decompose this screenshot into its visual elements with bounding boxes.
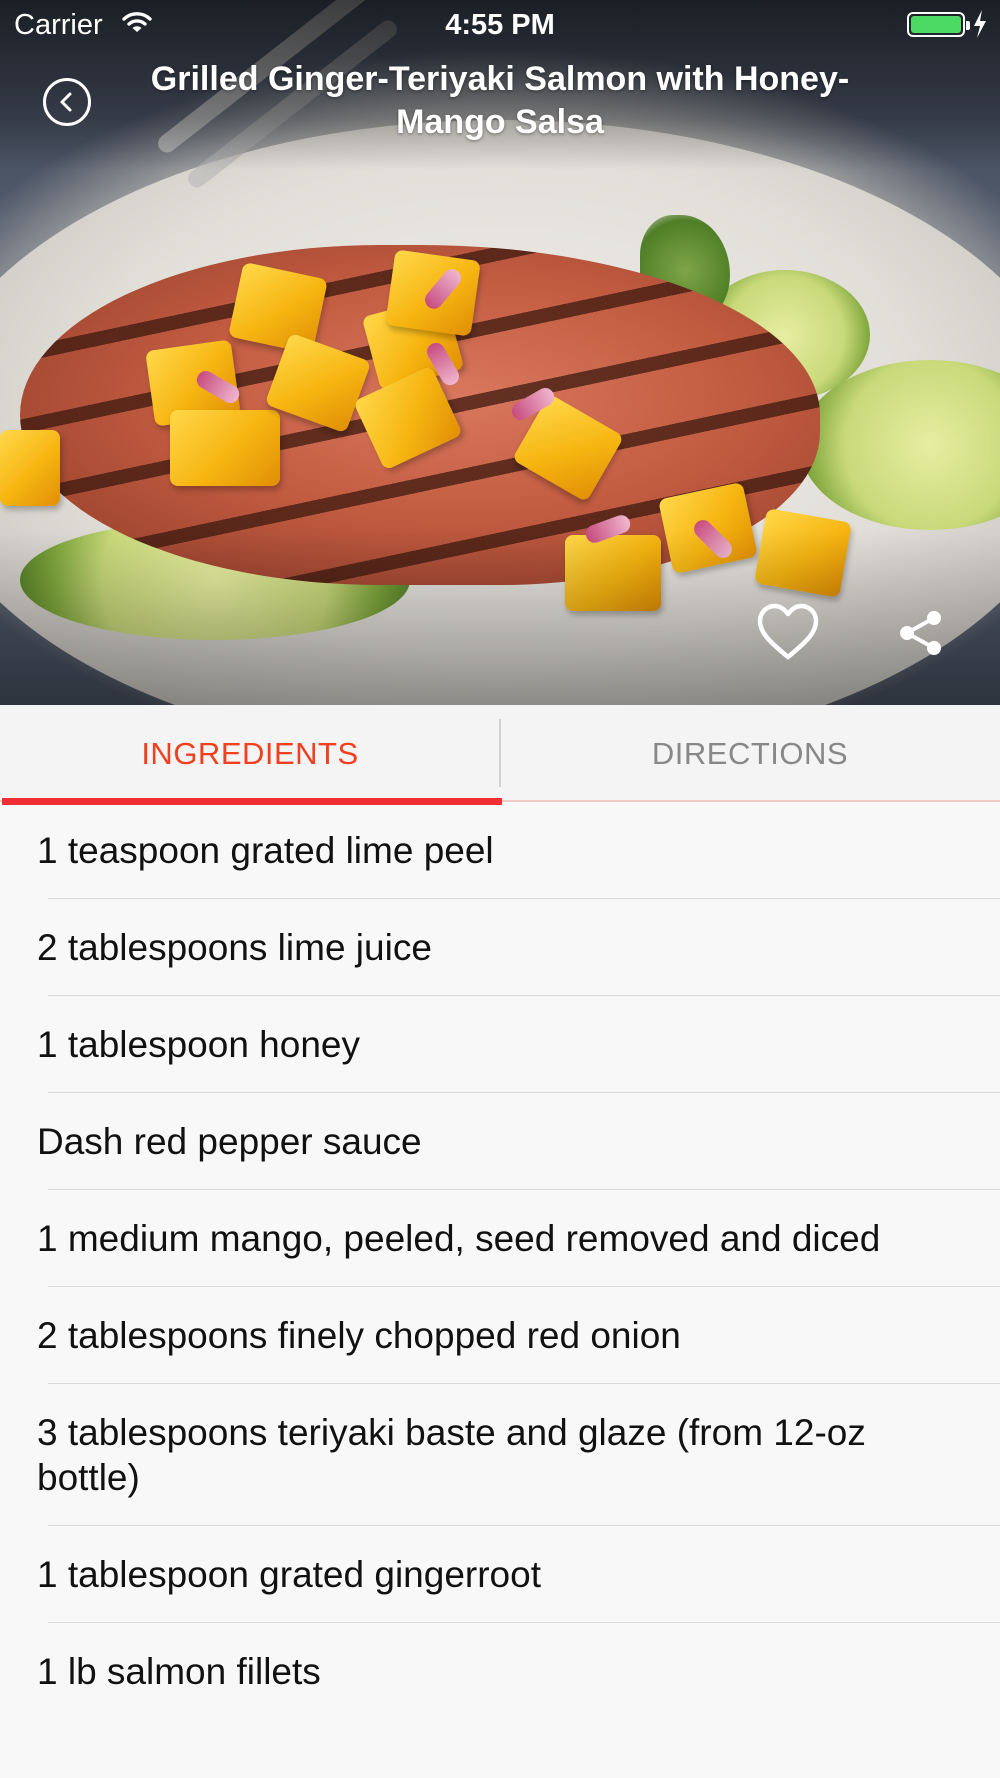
ingredient-row[interactable]: Dash red pepper sauce — [0, 1093, 1000, 1190]
ingredient-row[interactable]: 1 lb salmon fillets — [0, 1623, 1000, 1720]
back-button[interactable] — [43, 78, 91, 126]
ingredient-row[interactable]: 1 tablespoon honey — [0, 996, 1000, 1093]
hero-bottom-shade — [0, 530, 1000, 705]
share-icon[interactable] — [898, 610, 944, 656]
chevron-left-icon — [60, 92, 72, 112]
tab-ingredients[interactable]: INGREDIENTS — [0, 705, 500, 802]
charging-bolt-icon — [974, 10, 986, 38]
status-bar: Carrier 4:55 PM — [0, 0, 1000, 50]
battery-icon — [907, 12, 970, 37]
recipe-detail-screen: Carrier 4:55 PM Grilled Ginger-Teriyaki … — [0, 0, 1000, 1778]
ingredient-row[interactable]: 1 tablespoon grated gingerroot — [0, 1526, 1000, 1623]
page-title: Grilled Ginger-Teriyaki Salmon with Hone… — [150, 60, 850, 141]
ingredient-row[interactable]: 3 tablespoons teriyaki baste and glaze (… — [0, 1384, 1000, 1526]
status-time: 4:55 PM — [445, 9, 555, 41]
ingredient-list: 1 teaspoon grated lime peel 2 tablespoon… — [0, 802, 1000, 1720]
segmented-tabs: INGREDIENTS DIRECTIONS — [0, 705, 1000, 805]
ingredient-row[interactable]: 2 tablespoons finely chopped red onion — [0, 1287, 1000, 1384]
ingredient-row[interactable]: 1 teaspoon grated lime peel — [0, 802, 1000, 899]
tab-directions[interactable]: DIRECTIONS — [500, 705, 1000, 802]
ingredient-row[interactable]: 1 medium mango, peeled, seed removed and… — [0, 1190, 1000, 1287]
mango-cube-graphic — [0, 430, 60, 506]
ingredient-row[interactable]: 2 tablespoons lime juice — [0, 899, 1000, 996]
mango-cube-graphic — [170, 410, 280, 486]
heart-outline-icon[interactable] — [756, 602, 820, 662]
